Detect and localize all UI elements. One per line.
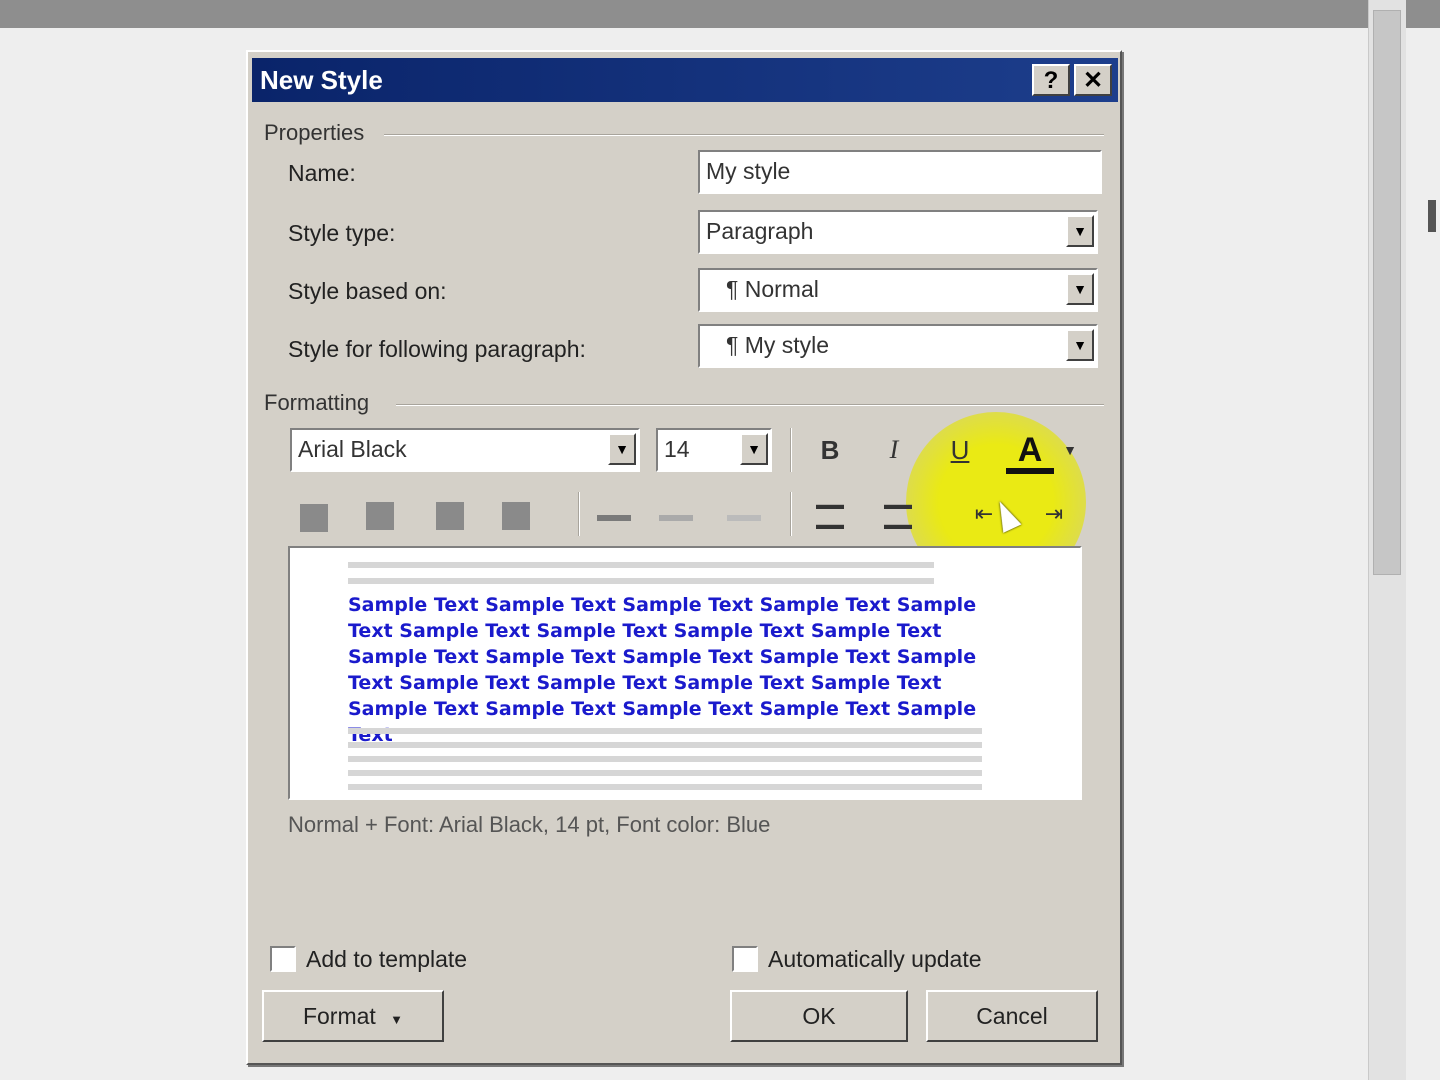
font-name-select[interactable]: Arial Black ▼ (290, 428, 640, 472)
one-half-spacing-button[interactable] (652, 492, 700, 540)
align-center-button[interactable] (356, 490, 404, 538)
format-button[interactable]: Format ▼ (262, 990, 444, 1042)
auto-update-checkbox[interactable] (732, 946, 758, 972)
style-type-label: Style type: (288, 220, 396, 246)
format-button-label: Format (302, 1003, 376, 1029)
align-left-icon (300, 504, 328, 533)
single-spacing-button[interactable] (590, 492, 638, 540)
name-field[interactable]: My style (698, 150, 1102, 194)
preview-following-paragraph (348, 728, 982, 734)
add-to-template-checkbox[interactable] (270, 946, 296, 972)
add-to-template-label: Add to template (306, 946, 468, 972)
based-on-label: Style based on: (288, 278, 447, 304)
close-button[interactable]: ✕ (1074, 64, 1112, 96)
chevron-down-icon[interactable]: ▼ (608, 433, 636, 465)
font-color-dropdown[interactable]: ▼ (1058, 426, 1082, 474)
align-center-icon (366, 502, 394, 531)
double-spacing-icon (727, 515, 761, 522)
preview-sample-text: Sample Text Sample Text Sample Text Samp… (348, 594, 977, 746)
help-button[interactable]: ? (1032, 64, 1070, 96)
align-right-icon (436, 502, 464, 531)
align-left-button[interactable] (290, 492, 338, 540)
italic-button[interactable]: I (870, 426, 918, 474)
chevron-down-icon[interactable]: ▼ (1066, 329, 1094, 361)
justify-button[interactable] (492, 490, 540, 538)
style-type-select[interactable]: Paragraph ▼ (698, 210, 1098, 254)
formatting-separator (396, 404, 1104, 406)
style-preview: Sample Text Sample Text Sample Text Samp… (288, 546, 1082, 800)
properties-separator (384, 134, 1104, 136)
align-right-button[interactable] (426, 490, 474, 538)
dialog-title: New Style (260, 65, 383, 95)
properties-group-label: Properties (264, 120, 365, 145)
toolbar-separator (578, 492, 580, 536)
double-spacing-button[interactable] (720, 492, 768, 540)
preview-previous-paragraph (348, 578, 934, 584)
one-half-spacing-icon (659, 515, 693, 522)
space-before-increase-button[interactable]: ▬▬ ▬▬ (806, 490, 854, 538)
app-top-bar (0, 0, 1440, 28)
underline-button[interactable]: U (936, 426, 984, 474)
chevron-down-icon[interactable]: ▼ (1066, 273, 1094, 305)
following-paragraph-select[interactable]: ¶ My style ▼ (698, 324, 1098, 368)
chevron-down-icon[interactable]: ▼ (740, 433, 768, 465)
increase-indent-button[interactable]: ⇥ (1030, 490, 1078, 538)
preview-following-paragraph (348, 742, 982, 748)
font-color-button[interactable]: A (1006, 426, 1054, 474)
toolbar-separator (790, 428, 792, 472)
auto-update-label: Automatically update (768, 946, 982, 972)
based-on-select[interactable]: ¶ Normal ▼ (698, 268, 1098, 312)
preview-following-paragraph (348, 784, 982, 790)
font-size-select[interactable]: 14 ▼ (656, 428, 772, 472)
preview-previous-paragraph (348, 562, 934, 568)
style-description: Normal + Font: Arial Black, 14 pt, Font … (288, 812, 771, 837)
based-on-value: ¶ Normal (726, 276, 819, 302)
bold-button[interactable]: B (806, 426, 854, 474)
justify-icon (502, 502, 530, 531)
space-before-decrease-button[interactable]: ▬▬ ▬▬ (874, 490, 922, 538)
chevron-down-icon: ▼ (390, 1012, 404, 1027)
font-name-value: Arial Black (298, 436, 407, 462)
preview-following-paragraph (348, 756, 982, 762)
document-scrollbar[interactable] (1368, 0, 1406, 1080)
style-type-value: Paragraph (706, 218, 814, 244)
dialog-title-bar: New Style ? ✕ (252, 58, 1118, 102)
edge-marker (1428, 200, 1436, 232)
single-spacing-icon (597, 515, 631, 522)
font-size-value: 14 (664, 436, 690, 462)
name-label: Name: (288, 160, 356, 186)
font-color-icon: A (1017, 431, 1043, 469)
following-paragraph-value: ¶ My style (726, 332, 830, 358)
cancel-button[interactable]: Cancel (926, 990, 1098, 1042)
chevron-down-icon[interactable]: ▼ (1066, 215, 1094, 247)
formatting-group-label: Formatting (264, 390, 370, 415)
scrollbar-thumb[interactable] (1373, 10, 1401, 575)
following-paragraph-label: Style for following paragraph: (288, 336, 586, 362)
ok-button[interactable]: OK (730, 990, 908, 1042)
toolbar-separator (790, 492, 792, 536)
preview-following-paragraph (348, 770, 982, 776)
